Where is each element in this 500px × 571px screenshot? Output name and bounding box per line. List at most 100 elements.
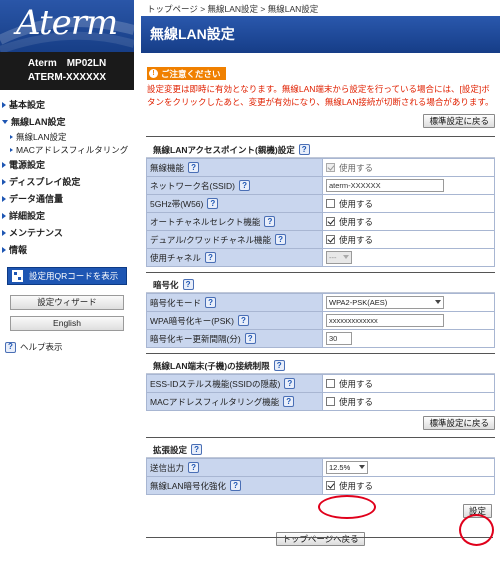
menu-item-display[interactable]: ディスプレイ設定 xyxy=(0,173,134,190)
checkbox-label: 使用する xyxy=(339,480,374,491)
help-icon[interactable]: ? xyxy=(264,216,276,227)
model-name: Aterm MP02LN ATERM-XXXXXX xyxy=(0,52,134,90)
auto-channel-value: 使用する xyxy=(323,213,494,230)
encryption-enhance-value: 使用する xyxy=(323,477,494,494)
tx-power-value: 12.5% xyxy=(323,459,494,476)
show-qr-code-button[interactable]: 設定用QRコードを表示 xyxy=(7,267,127,285)
triangle-right-icon xyxy=(2,229,6,236)
menu-label: 電源設定 xyxy=(9,160,46,170)
chevron-down-icon xyxy=(359,465,365,469)
label-text: ネットワーク名(SSID) xyxy=(150,180,236,191)
submenu-label: 無線LAN設定 xyxy=(16,131,67,142)
apply-button[interactable]: 設定 xyxy=(462,504,492,518)
menu-item-advanced[interactable]: 詳細設定 xyxy=(0,207,134,224)
help-icon[interactable]: ? xyxy=(273,360,285,371)
menu-item-maintenance[interactable]: メンテナンス xyxy=(0,224,134,241)
label-text: 送信出力 xyxy=(150,462,185,473)
help-icon[interactable]: ? xyxy=(188,462,200,473)
menu-label: 無線LAN設定 xyxy=(11,117,66,127)
auto-channel-checkbox[interactable] xyxy=(326,217,335,226)
row-label: 使用チャネル? xyxy=(147,249,323,266)
help-icon[interactable]: ? xyxy=(207,198,219,209)
wireless-function-checkbox[interactable] xyxy=(326,163,335,172)
menu-label: メンテナンス xyxy=(9,228,63,238)
dual-channel-checkbox[interactable] xyxy=(326,235,335,244)
table-row: デュアル/クワッドチャネル機能? 使用する xyxy=(147,230,494,248)
help-icon[interactable]: ? xyxy=(237,315,249,326)
wireless-function-value: 使用する xyxy=(323,159,494,176)
ssid-input[interactable]: aterm-XXXXXX xyxy=(326,179,444,192)
table-row: 無線LAN暗号化強化? 使用する xyxy=(147,476,494,494)
reset-default-button[interactable]: 標準設定に戻る xyxy=(423,114,495,128)
menu-label: 詳細設定 xyxy=(9,211,46,221)
help-icon[interactable]: ? xyxy=(298,144,310,155)
qr-button-label: 設定用QRコードを表示 xyxy=(29,271,119,281)
help-icon[interactable]: ? xyxy=(275,234,287,245)
menu-item-data-usage[interactable]: データ通信量 xyxy=(0,190,134,207)
divider xyxy=(146,136,495,137)
help-link[interactable]: ? ヘルプ表示 xyxy=(5,341,134,353)
help-icon[interactable]: ? xyxy=(230,480,242,491)
select-value: WPA2-PSK(AES) xyxy=(329,298,388,307)
row-label: 無線LAN暗号化強化? xyxy=(147,477,323,494)
menu-item-info[interactable]: 情報 xyxy=(0,241,134,258)
table-row: MACアドレスフィルタリング機能? 使用する xyxy=(147,392,494,410)
footer-divider xyxy=(146,537,493,538)
settings-table: 送信出力? 12.5% 無線LAN暗号化強化? 使用する xyxy=(146,458,495,495)
english-button[interactable]: English xyxy=(10,316,124,331)
label-text: 5GHz帯(W56) xyxy=(150,198,204,209)
row-label: 送信出力? xyxy=(147,459,323,476)
menu-label: ディスプレイ設定 xyxy=(9,177,81,187)
help-icon[interactable]: ? xyxy=(284,378,296,389)
tx-power-select[interactable]: 12.5% xyxy=(326,461,368,474)
key-interval-input[interactable]: 30 xyxy=(326,332,352,345)
table-row: 暗号化キー更新間隔(分)? 30 xyxy=(147,329,494,347)
submenu-item-wireless-lan-settings[interactable]: 無線LAN設定 xyxy=(0,130,134,143)
row-label: デュアル/クワッドチャネル機能? xyxy=(147,231,323,248)
help-icon[interactable]: ? xyxy=(283,396,295,407)
page-title: 無線LAN設定 xyxy=(141,16,500,53)
help-icon[interactable]: ? xyxy=(239,180,251,191)
exclamation-icon: ! xyxy=(149,69,158,78)
notice-text: 設定変更は即時に有効となります。無線LAN端末から設定を行っている場合には、[設… xyxy=(147,84,494,107)
menu-label: 情報 xyxy=(9,245,28,255)
sidebar: Aterm Aterm MP02LN ATERM-XXXXXX 基本設定 無線L… xyxy=(0,0,134,571)
label-text: 使用チャネル xyxy=(150,252,201,263)
menu-item-basic[interactable]: 基本設定 xyxy=(0,96,134,113)
label-text: 暗号化モード xyxy=(150,297,202,308)
help-icon[interactable]: ? xyxy=(205,297,217,308)
psk-input[interactable]: xxxxxxxxxxxxx xyxy=(326,314,444,327)
label-text: デュアル/クワッドチャネル機能 xyxy=(150,234,272,245)
checkbox-label: 使用する xyxy=(339,198,374,209)
band-5ghz-checkbox[interactable] xyxy=(326,199,335,208)
reset-default-button-2[interactable]: 標準設定に戻る xyxy=(423,416,495,430)
menu-label: 基本設定 xyxy=(9,100,46,110)
channel-value: --- xyxy=(323,249,494,266)
stealth-checkbox[interactable] xyxy=(326,379,335,388)
menu-item-power[interactable]: 電源設定 xyxy=(0,156,134,173)
psk-value: xxxxxxxxxxxxx xyxy=(323,312,494,329)
sidebar-menu: 基本設定 無線LAN設定 無線LAN設定 MACアドレスフィルタリング 電源設定… xyxy=(0,90,134,258)
table-row: 無線機能? 使用する xyxy=(147,158,494,176)
menu-item-wireless-lan[interactable]: 無線LAN設定 xyxy=(0,113,134,130)
breadcrumb: トップページ > 無線LAN設定 > 無線LAN設定 xyxy=(147,4,319,14)
help-icon[interactable]: ? xyxy=(188,162,200,173)
section-encryption: 暗号化 ? 暗号化モード? WPA2-PSK(AES) WPA暗号化キー(PSK… xyxy=(146,277,495,348)
setup-wizard-button[interactable]: 設定ウィザード xyxy=(10,295,124,310)
table-row: 送信出力? 12.5% xyxy=(147,458,494,476)
help-icon[interactable]: ? xyxy=(182,279,194,290)
encryption-enhance-checkbox[interactable] xyxy=(326,481,335,490)
logo-text: Aterm xyxy=(16,3,118,43)
mac-filter-checkbox[interactable] xyxy=(326,397,335,406)
channel-select[interactable]: --- xyxy=(326,251,352,264)
table-row: ESS-IDステルス機能(SSIDの隠蔽)? 使用する xyxy=(147,374,494,392)
back-to-top-button[interactable]: トップページへ戻る xyxy=(276,532,365,546)
help-icon[interactable]: ? xyxy=(191,444,203,455)
row-label: オートチャネルセレクト機能? xyxy=(147,213,323,230)
help-icon[interactable]: ? xyxy=(244,333,256,344)
help-icon[interactable]: ? xyxy=(204,252,216,263)
device-id: ATERM-XXXXXX xyxy=(27,72,107,83)
encryption-mode-select[interactable]: WPA2-PSK(AES) xyxy=(326,296,444,309)
caution-label: ご注意ください xyxy=(161,68,221,79)
submenu-item-mac-filtering[interactable]: MACアドレスフィルタリング xyxy=(0,143,134,156)
